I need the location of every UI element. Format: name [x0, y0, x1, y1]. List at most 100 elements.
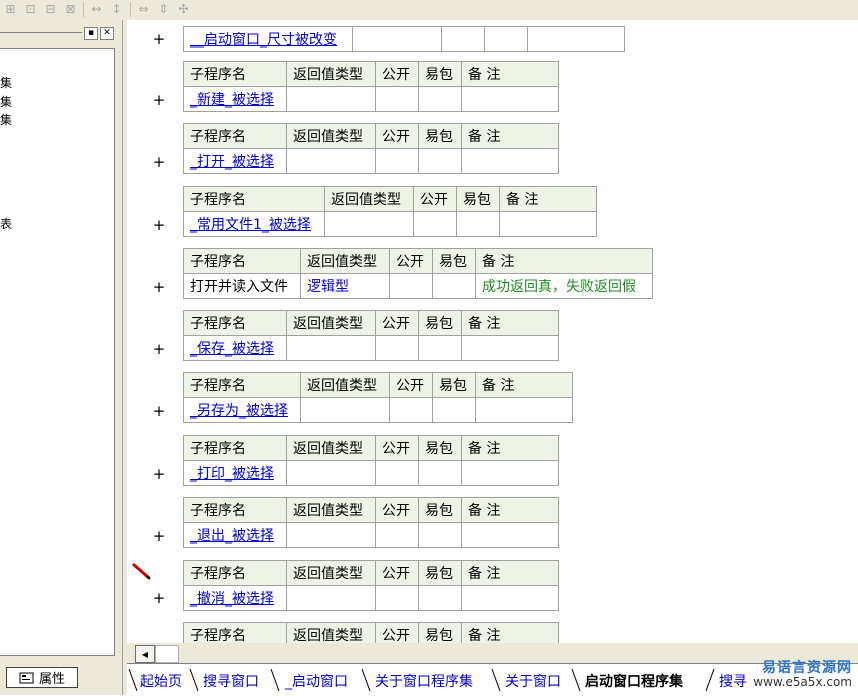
remark-cell[interactable]: [461, 585, 559, 611]
subroutine-table: __启动窗口_尺寸被改变: [183, 26, 625, 52]
header-public: 公开: [375, 310, 419, 336]
expand-icon[interactable]: +: [151, 30, 167, 48]
expand-icon[interactable]: +: [151, 465, 167, 483]
public-cell[interactable]: [375, 335, 419, 361]
subroutine-name[interactable]: _退出_被选择: [183, 522, 287, 548]
public-cell[interactable]: [389, 273, 433, 299]
easy-pack-cell[interactable]: [418, 460, 462, 486]
public-cell[interactable]: [413, 211, 457, 237]
same-height-icon[interactable]: ⇕: [155, 1, 172, 17]
program-tree[interactable]: 集 集 集 表: [0, 48, 115, 656]
expand-icon[interactable]: +: [151, 153, 167, 171]
close-icon[interactable]: ✕: [100, 27, 114, 40]
tree-item-fragment[interactable]: 集: [0, 74, 12, 91]
expand-icon[interactable]: +: [151, 402, 167, 420]
easy-pack-cell[interactable]: [418, 148, 462, 174]
align-bottom-icon[interactable]: ⊠: [62, 1, 79, 17]
expand-icon[interactable]: +: [151, 340, 167, 358]
header-public: 公开: [375, 622, 419, 643]
same-width-icon[interactable]: ⇔: [135, 1, 152, 17]
expand-icon[interactable]: +: [151, 91, 167, 109]
subroutine-name[interactable]: 打开并读入文件: [183, 273, 301, 299]
tree-item-fragment[interactable]: 集: [0, 111, 12, 128]
return-type-cell[interactable]: [286, 585, 376, 611]
tab-properties[interactable]: 属性: [6, 667, 78, 688]
return-type-cell[interactable]: [286, 522, 376, 548]
expand-icon[interactable]: +: [151, 589, 167, 607]
tab-about-window-module[interactable]: 关于窗口程序集: [375, 671, 473, 691]
subroutine-name[interactable]: _常用文件1_被选择: [183, 211, 325, 237]
return-type-cell[interactable]: [286, 460, 376, 486]
expand-icon[interactable]: +: [151, 527, 167, 545]
return-type-cell[interactable]: 逻辑型: [300, 273, 390, 299]
header-return-type: 返回值类型: [286, 310, 376, 336]
tab-startup-window-module[interactable]: 启动窗口程序集: [585, 671, 683, 691]
subroutine-name[interactable]: _撤消_被选择: [183, 585, 287, 611]
tree-item-fragment[interactable]: 集: [0, 93, 12, 110]
restore-icon[interactable]: ▪: [84, 27, 98, 40]
align-left-icon[interactable]: ⊞: [2, 1, 19, 17]
easy-pack-cell[interactable]: [418, 585, 462, 611]
tab-start-page[interactable]: 起始页: [140, 671, 182, 691]
expand-icon[interactable]: +: [151, 278, 167, 296]
remark-cell[interactable]: [499, 211, 597, 237]
tab-startup-window[interactable]: _启动窗口: [285, 671, 348, 691]
scroll-left-icon[interactable]: ◀: [135, 645, 155, 663]
align-center-icon[interactable]: ⊡: [22, 1, 39, 17]
header-public: 公开: [375, 435, 419, 461]
return-type-cell[interactable]: [300, 397, 390, 423]
subroutine-table: 子程序名 返回值类型 公开 易包 备 注 打开并读入文件 逻辑型 成功返回真，失…: [183, 248, 653, 299]
remark-cell[interactable]: [475, 397, 573, 423]
align-top-icon[interactable]: ⊟: [42, 1, 59, 17]
easy-pack-cell[interactable]: [456, 211, 500, 237]
code-editor[interactable]: + __启动窗口_尺寸被改变 + 子程序名 返回值类型 公开 易包 备 注 _新…: [127, 20, 858, 643]
easy-pack-cell[interactable]: [432, 397, 476, 423]
public-cell[interactable]: [389, 397, 433, 423]
public-cell[interactable]: [375, 86, 419, 112]
space-vertical-icon[interactable]: ↕: [108, 1, 125, 17]
return-type-cell[interactable]: [286, 148, 376, 174]
space-horizontal-icon[interactable]: ↔: [88, 1, 105, 17]
watermark-title: 易语言资源网: [762, 660, 852, 676]
remark-cell[interactable]: [461, 460, 559, 486]
header-name: 子程序名: [183, 435, 287, 461]
public-cell[interactable]: [375, 522, 419, 548]
return-type-cell[interactable]: [324, 211, 414, 237]
header-name: 子程序名: [183, 372, 301, 398]
subroutine-name[interactable]: _打印_被选择: [183, 460, 287, 486]
header-remark: 备 注: [461, 123, 559, 149]
return-type-cell[interactable]: [286, 335, 376, 361]
tree-item-fragment[interactable]: 表: [0, 215, 12, 232]
header-remark: 备 注: [461, 622, 559, 643]
easy-pack-cell[interactable]: [418, 335, 462, 361]
return-type-cell[interactable]: [352, 26, 442, 52]
easy-pack-cell[interactable]: [418, 522, 462, 548]
remark-cell[interactable]: 成功返回真，失败返回假: [475, 273, 653, 299]
public-cell[interactable]: [375, 585, 419, 611]
easy-pack-cell[interactable]: [432, 273, 476, 299]
public-cell[interactable]: [375, 460, 419, 486]
remark-cell[interactable]: [461, 335, 559, 361]
same-size-icon[interactable]: ✣: [175, 1, 192, 17]
return-type-cell[interactable]: [286, 86, 376, 112]
subroutine-name[interactable]: _打开_被选择: [183, 148, 287, 174]
easy-pack-cell[interactable]: [418, 86, 462, 112]
public-cell[interactable]: [441, 26, 485, 52]
tab-search-window[interactable]: 搜寻窗口: [203, 671, 259, 691]
public-cell[interactable]: [375, 148, 419, 174]
subroutine-name[interactable]: _另存为_被选择: [183, 397, 301, 423]
remark-cell[interactable]: [461, 522, 559, 548]
remark-cell[interactable]: [461, 86, 559, 112]
remark-cell[interactable]: [527, 26, 625, 52]
scroll-track[interactable]: [155, 645, 179, 663]
subroutine-name[interactable]: __启动窗口_尺寸被改变: [183, 26, 353, 52]
watermark: 易语言资源网 www.e5a5x.com: [720, 657, 856, 695]
header-public: 公开: [413, 186, 457, 212]
header-remark: 备 注: [461, 497, 559, 523]
subroutine-name[interactable]: _新建_被选择: [183, 86, 287, 112]
expand-icon[interactable]: +: [151, 216, 167, 234]
tab-about-window[interactable]: 关于窗口: [505, 671, 561, 691]
remark-cell[interactable]: [461, 148, 559, 174]
subroutine-name[interactable]: _保存_被选择: [183, 335, 287, 361]
easy-pack-cell[interactable]: [484, 26, 528, 52]
